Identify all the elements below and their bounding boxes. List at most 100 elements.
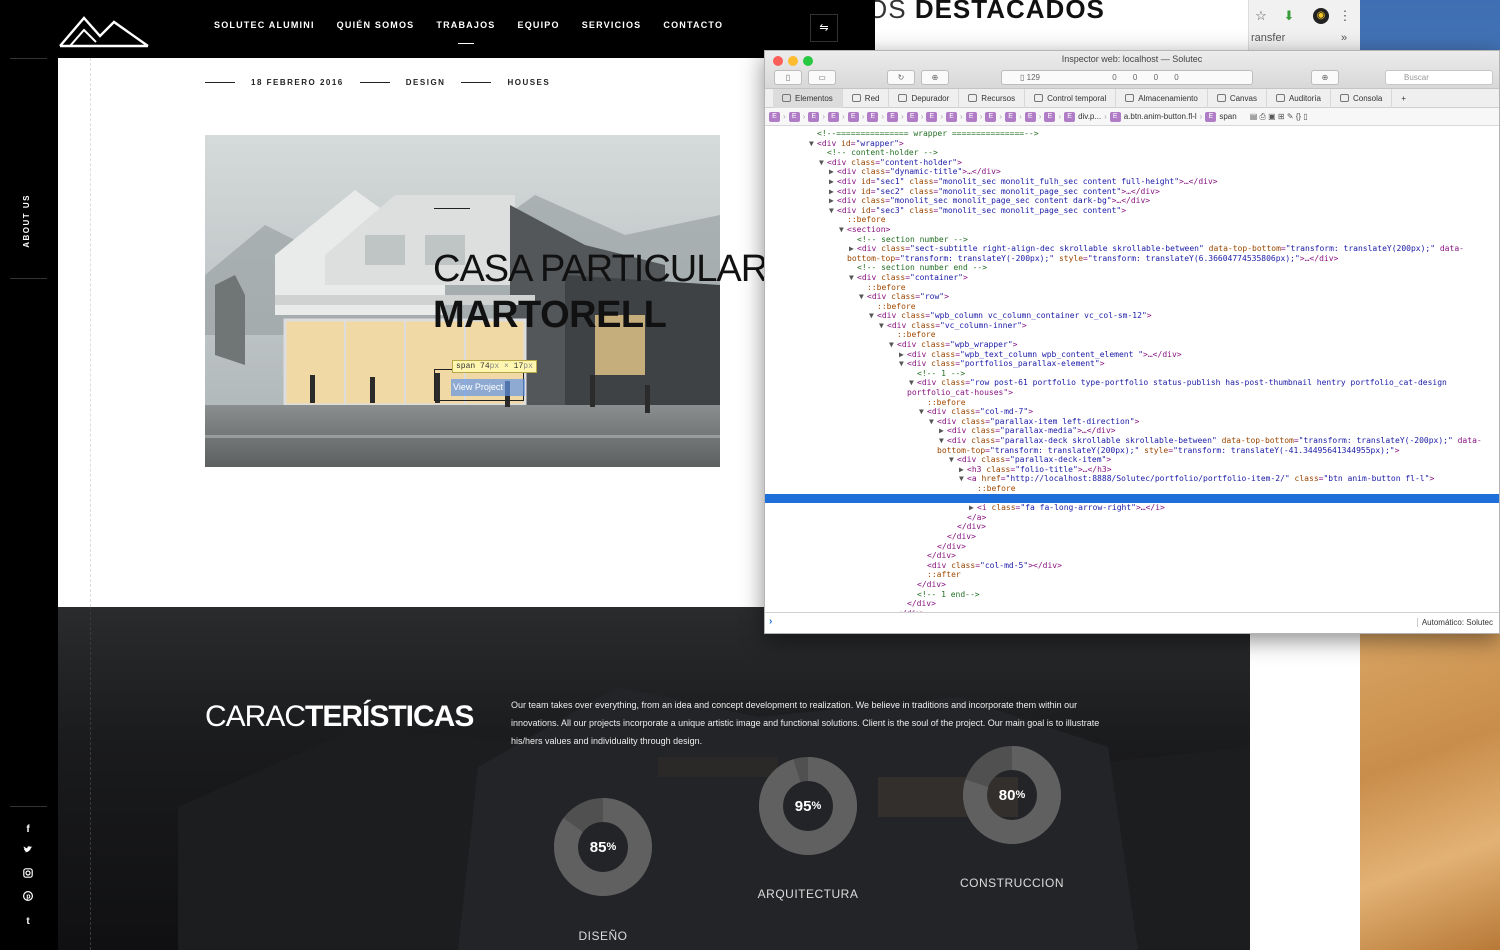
console-input[interactable]: › Automático: Solutec: [765, 612, 1499, 633]
disclosure-closed-icon[interactable]: ▶: [829, 177, 837, 187]
tumblr-icon[interactable]: t: [20, 914, 36, 929]
disclosure-open-icon[interactable]: ▼: [909, 378, 917, 388]
tab-consola[interactable]: Consola: [1331, 88, 1393, 108]
disclosure-open-icon[interactable]: ▼: [839, 225, 847, 235]
dom-node[interactable]: ▼ <div id="sec3" class="monolit_sec monol…: [765, 206, 1499, 216]
element-icon[interactable]: E: [788, 111, 800, 122]
dom-node[interactable]: </div>: [765, 522, 1499, 532]
disclosure-open-icon[interactable]: ▼: [859, 292, 867, 302]
about-us-link[interactable]: ABOUT US: [16, 140, 34, 248]
disclosure-closed-icon[interactable]: ▶: [969, 503, 977, 513]
dom-node[interactable]: ::before: [765, 302, 1499, 312]
dom-node[interactable]: ▶ <div id="sec1" class="monolit_sec monol…: [765, 177, 1499, 187]
disclosure-open-icon[interactable]: ▼: [869, 311, 877, 321]
nav-link-servicios[interactable]: SERVICIOS: [582, 20, 642, 30]
dom-node[interactable]: portfolio_cat-houses">: [765, 388, 1499, 398]
disclosure-open-icon[interactable]: ▼: [819, 158, 827, 168]
dom-node[interactable]: ::before: [765, 484, 1499, 494]
element-picker-icon[interactable]: ⊕: [1311, 70, 1339, 85]
disclosure-closed-icon[interactable]: ▶: [959, 465, 967, 475]
element-icon[interactable]: E: [985, 111, 997, 122]
tab-almacenamiento[interactable]: Almacenamiento: [1116, 88, 1208, 108]
disclosure-open-icon[interactable]: ▼: [899, 359, 907, 369]
nav-link-trabajos[interactable]: TRABAJOS: [436, 20, 495, 44]
star-icon[interactable]: ☆: [1253, 8, 1269, 24]
dom-node[interactable]: </div>: [765, 542, 1499, 552]
dom-node[interactable]: <!-- section number end -->: [765, 263, 1499, 273]
dom-node[interactable]: ▼ <div class="parallax-deck-item">: [765, 455, 1499, 465]
disclosure-open-icon[interactable]: ▼: [929, 417, 937, 427]
facebook-icon[interactable]: f: [20, 822, 36, 837]
dom-node[interactable]: ▶ <div class="dynamic-title">…</div>: [765, 167, 1499, 177]
element-icon[interactable]: E: [867, 111, 879, 122]
bookmark-transfer[interactable]: ransfer: [1251, 32, 1285, 44]
element-icon[interactable]: E: [906, 111, 918, 122]
dom-node[interactable]: <div class="col-md-5"></div>: [765, 561, 1499, 571]
disclosure-open-icon[interactable]: ▼: [829, 206, 837, 216]
element-icon[interactable]: E: [926, 111, 938, 122]
breadcrumb-item[interactable]: a.btn.anim-button.fl-l: [1124, 112, 1197, 121]
dom-node[interactable]: ▶ <div class="sect-subtitle right-align-d…: [765, 244, 1499, 254]
nav-link-quien-somos[interactable]: QUIÉN SOMOS: [337, 20, 415, 30]
dom-node[interactable]: <!-- content-holder -->: [765, 148, 1499, 158]
breadcrumb-item[interactable]: div.p...: [1078, 112, 1101, 121]
breadcrumb-item[interactable]: span: [1219, 112, 1236, 121]
dom-node[interactable]: ▼ <div id="wrapper">: [765, 139, 1499, 149]
disclosure-open-icon[interactable]: ▼: [949, 455, 957, 465]
view-project-label[interactable]: View Project: [451, 379, 525, 396]
download-icon[interactable]: ⊕: [921, 70, 949, 85]
tab-auditoria[interactable]: Auditoría: [1267, 88, 1331, 108]
disclosure-open-icon[interactable]: ▼: [939, 436, 947, 446]
bookmarks-overflow[interactable]: »: [1341, 32, 1347, 44]
element-icon[interactable]: E: [965, 111, 977, 122]
instagram-icon[interactable]: [20, 868, 36, 883]
disclosure-closed-icon[interactable]: ▶: [939, 426, 947, 436]
element-icon[interactable]: E: [828, 111, 840, 122]
dom-node[interactable]: bottom-top="transform: translateY(200px)…: [765, 446, 1499, 456]
dom-node[interactable]: ▼ <div class="portfolios_parallax-element…: [765, 359, 1499, 369]
tab-elementos[interactable]: Elementos: [773, 88, 843, 108]
element-icon[interactable]: E: [847, 111, 859, 122]
dom-node[interactable]: ▶ <i class="fa fa-long-arrow-right">…</i>: [765, 503, 1499, 513]
disclosure-open-icon[interactable]: ▼: [889, 340, 897, 350]
dom-node[interactable]: ▼ <div class="wpb_column vc_column_contai…: [765, 311, 1499, 321]
category-houses[interactable]: HOUSES: [507, 78, 550, 87]
disclosure-closed-icon[interactable]: ▶: [849, 244, 857, 254]
view-project-button[interactable]: View Project: [434, 369, 525, 401]
reload-icon[interactable]: ↻: [887, 70, 915, 85]
dom-node-selected[interactable]: <span>View Project</span> = $0: [765, 493, 1499, 504]
dom-node[interactable]: ▼ <div class="wpb_wrapper">: [765, 340, 1499, 350]
dock-bottom-icon[interactable]: ▭: [808, 70, 836, 85]
tab-canvas[interactable]: Canvas: [1208, 88, 1267, 108]
element-icon[interactable]: E: [808, 111, 820, 122]
dock-side-icon[interactable]: ▯: [774, 70, 802, 85]
dom-node[interactable]: </div>: [765, 580, 1499, 590]
console-context-selector[interactable]: Automático: Solutec: [1416, 618, 1493, 627]
element-icon[interactable]: E: [1024, 111, 1036, 122]
nav-link-solutec-alumini[interactable]: SOLUTEC ALUMINI: [214, 20, 315, 30]
element-icon[interactable]: E: [1044, 111, 1056, 122]
disclosure-open-icon[interactable]: ▼: [879, 321, 887, 331]
dom-node[interactable]: ::before: [765, 330, 1499, 340]
dom-node[interactable]: ▼ <div class="container">: [765, 273, 1499, 283]
dom-node[interactable]: </div>: [765, 599, 1499, 609]
download-extension-icon[interactable]: ⬇: [1281, 8, 1297, 24]
disclosure-closed-icon[interactable]: ▶: [829, 187, 837, 197]
logo-icon[interactable]: [58, 12, 150, 48]
dom-node[interactable]: ▼ <div class="content-holder">: [765, 158, 1499, 168]
dom-node[interactable]: <!--=============== wrapper ============…: [765, 129, 1499, 139]
extension-icon[interactable]: ◉: [1313, 8, 1329, 24]
dom-node[interactable]: <!-- section number -->: [765, 235, 1499, 245]
layout-tools-icon[interactable]: ▤ ⎙ ▣ ⊞ ✎ {} ▯: [1250, 112, 1308, 122]
twitter-icon[interactable]: [20, 845, 36, 860]
dom-node[interactable]: ▶ <div id="sec2" class="monolit_sec monol…: [765, 187, 1499, 197]
dom-node[interactable]: ▼ <div class="parallax-item left-directio…: [765, 417, 1499, 427]
share-icon[interactable]: ⇋: [810, 14, 838, 42]
dom-node[interactable]: ▼ <div class="row">: [765, 292, 1499, 302]
nav-link-equipo[interactable]: EQUIPO: [518, 20, 560, 30]
category-design[interactable]: DESIGN: [406, 78, 446, 87]
inspector-search-input[interactable]: Buscar: [1385, 70, 1493, 85]
element-icon[interactable]: E: [887, 111, 899, 122]
disclosure-closed-icon[interactable]: ▶: [899, 350, 907, 360]
element-icon[interactable]: E: [1005, 111, 1017, 122]
